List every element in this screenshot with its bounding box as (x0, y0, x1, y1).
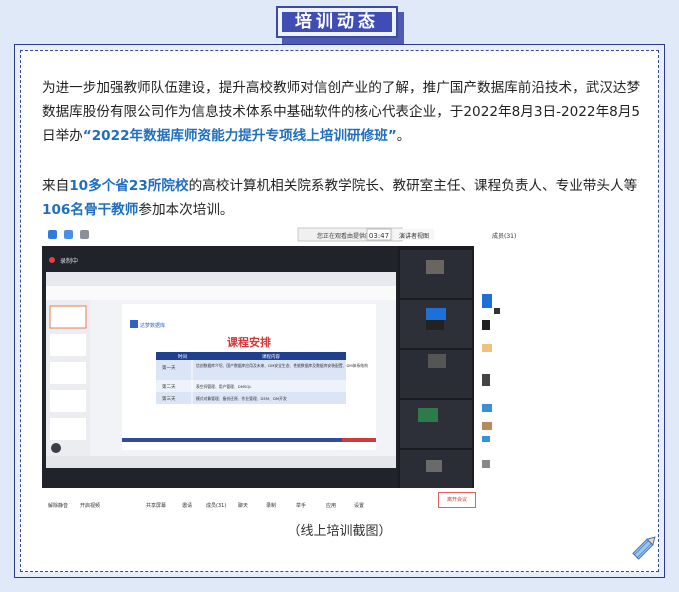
toolbar-item[interactable]: 解除静音 (48, 502, 68, 509)
toolbar-item[interactable]: 应用 (326, 502, 336, 509)
section-title-badge: 培训动态 (276, 6, 404, 44)
view-label[interactable]: 演讲者视图 (399, 232, 429, 240)
row1-time: 第一天 (162, 364, 176, 371)
image-caption: （线上培训截图） (287, 524, 392, 539)
table-header-time: 时间 (178, 353, 187, 360)
toolbar-item[interactable]: 邀请 (182, 502, 192, 509)
participants-lead: 来自 (42, 178, 70, 194)
recording-label: 录制中 (60, 257, 78, 265)
toolbar-item[interactable]: 成员(31) (206, 502, 226, 509)
schools-count: 10多个省23所院校 (69, 178, 189, 194)
training-name: “2022年数据库师资能力提升专项线上培训研修班” (82, 128, 397, 144)
meeting-screenshot: 您正在观看由提供的屏幕 03:47 演讲者视图 成员(31) 录制中 达梦数据库… (42, 224, 546, 510)
meeting-screenshot-drawing: 您正在观看由提供的屏幕 03:47 演讲者视图 成员(31) 录制中 达梦数据库… (42, 224, 546, 510)
bottom-toolbar: 解除静音 开启视频 共享屏幕 邀请 成员(31) 聊天 录制 举手 应用 设置 … (42, 488, 546, 510)
row2-content: 表空间管理、用户管理、DMSQL (196, 384, 252, 389)
row3-content: 模式对象管理、备份还原、作业管理、DEM、DM开发 (196, 396, 287, 401)
toolbar-item[interactable]: 举手 (296, 502, 306, 509)
table-header-content: 课程内容 (262, 353, 280, 360)
participants-tail: 参加本次培训。 (138, 202, 234, 218)
toolbar-item[interactable]: 聊天 (238, 502, 248, 509)
row1-content: 信创数据库介绍、国产数据库应用及未来、DM安全生态、性能数据库及数据库安装配置、… (196, 363, 368, 368)
toolbar-item[interactable]: 共享屏幕 (146, 502, 166, 509)
pencil-icon (632, 536, 656, 560)
intro-end: 。 (396, 128, 411, 144)
participants-mid: 的高校计算机相关院系教学院长、教研室主任、课程负责人、专业带头人等 (188, 178, 638, 194)
toolbar-item[interactable]: 开启视频 (80, 502, 100, 509)
toolbar-item[interactable]: 录制 (266, 502, 276, 509)
intro-paragraph: 为进一步加强教师队伍建设，提升高校教师对信创产业的了解，推广国产数据库前沿技术，… (42, 76, 642, 148)
row2-time: 第二天 (162, 383, 176, 390)
participants-paragraph: 来自10多个省23所院校的高校计算机相关院系教学院长、教研室主任、课程负责人、专… (42, 174, 642, 222)
meeting-timer: 03:47 (369, 232, 389, 240)
row3-time: 第三天 (162, 395, 176, 402)
members-header: 成员(31) (492, 232, 516, 240)
leave-meeting-button[interactable]: 离开会议 (438, 492, 476, 508)
slide-title: 课程安排 (227, 335, 271, 349)
teachers-count: 106名骨干教师 (42, 202, 139, 218)
slide-logo: 达梦数据库 (140, 322, 165, 329)
toolbar-item[interactable]: 设置 (354, 502, 364, 509)
section-title: 培训动态 (282, 12, 392, 32)
